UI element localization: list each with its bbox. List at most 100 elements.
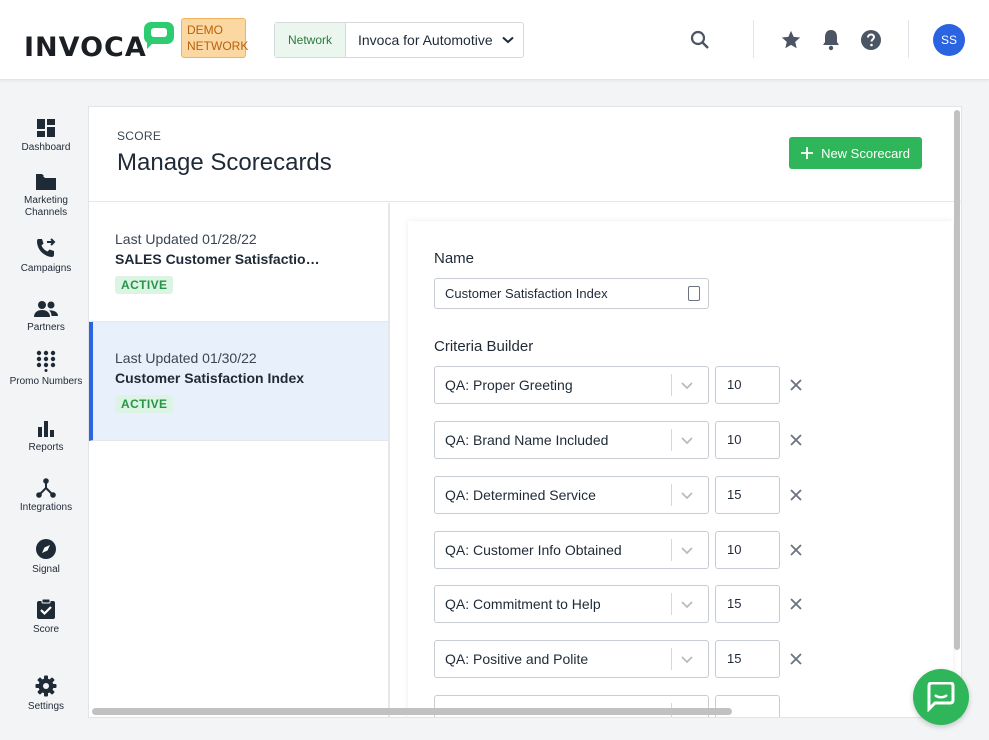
close-icon[interactable] [790,598,802,610]
compass-icon [36,539,56,559]
criterion-value: QA: Determined Service [445,487,596,503]
header-divider [908,20,909,58]
chevron-down-icon[interactable] [679,542,695,558]
scorecard-list-item-selected[interactable]: Last Updated 01/30/22 Customer Satisfact… [89,322,388,441]
bell-icon[interactable] [819,28,843,52]
search-icon[interactable] [688,28,712,52]
sidebar-item-label: Score [32,624,60,635]
select-divider [671,593,672,615]
network-value: Invoca for Automotive [358,32,493,48]
chevron-down-icon[interactable] [679,487,695,503]
chevron-down-icon[interactable] [679,377,695,393]
page-eyebrow: SCORE [117,129,162,143]
weight-input[interactable]: 15 [715,476,780,514]
close-icon[interactable] [790,434,802,446]
plus-icon [801,147,814,159]
horizontal-scrollbar[interactable] [88,705,950,717]
last-updated: Last Updated 01/30/22 [115,350,257,366]
clipboard-check-icon [37,598,55,619]
weight-input[interactable]: 10 [715,531,780,569]
phone-forward-icon [37,238,56,257]
sidebar-item-label: Settings [27,701,65,712]
scrollbar-thumb[interactable] [92,708,732,715]
new-scorecard-button[interactable]: New Scorecard [789,137,922,169]
weight-input[interactable]: 10 [715,421,780,459]
chat-bubble-icon [927,682,955,712]
criteria-row: QA: Brand Name Included 10 [434,421,814,459]
sidebar-item-integrations[interactable]: Integrations [4,478,88,514]
select-divider [671,484,672,506]
star-icon[interactable] [779,28,803,52]
scorecard-detail: Name Customer Satisfaction Index Criteri… [408,221,953,717]
sidebar-item-label: Signal [32,564,60,575]
chevron-down-icon[interactable] [679,651,695,667]
criterion-value: QA: Proper Greeting [445,377,573,393]
close-icon[interactable] [790,379,802,391]
name-label: Name [434,250,475,267]
criterion-select[interactable]: QA: Positive and Polite [434,640,709,678]
sidebar-item-campaigns[interactable]: Campaigns [4,237,88,275]
sidebar-item-partners[interactable]: Partners [4,300,88,334]
scorecard-list: Last Updated 01/28/22 SALES Customer Sat… [89,203,390,717]
demo-network-badge: DEMO NETWORK [181,18,248,58]
criterion-select[interactable]: QA: Determined Service [434,476,709,514]
help-icon[interactable] [859,28,883,52]
sidebar-item-settings[interactable]: Settings [4,675,88,713]
scrollbar-thumb[interactable] [954,110,960,650]
network-tag: Network [275,23,346,57]
weight-input[interactable]: 15 [715,640,780,678]
chevron-down-icon[interactable] [679,596,695,612]
criterion-value: QA: Positive and Polite [445,651,589,667]
sidebar-item-label: Promo Numbers [9,376,83,387]
criteria-builder-label: Criteria Builder [434,338,534,355]
chevron-down-icon[interactable] [679,432,695,448]
criterion-select[interactable]: QA: Proper Greeting [434,366,709,404]
close-icon[interactable] [790,653,802,665]
sidebar-item-label: Dashboard [21,142,71,153]
chevron-down-icon [493,23,523,57]
people-icon [34,301,58,317]
criterion-select[interactable]: QA: Customer Info Obtained [434,531,709,569]
network-selector[interactable]: Network Invoca for Automotive [274,22,524,58]
last-updated: Last Updated 01/28/22 [115,231,257,247]
criterion-select[interactable]: QA: Commitment to Help [434,585,709,623]
weight-input[interactable]: 15 [715,585,780,623]
criterion-value: QA: Brand Name Included [445,432,609,448]
new-scorecard-label: New Scorecard [821,145,910,161]
sidebar-nav: Dashboard Marketing Channels Campaigns P… [0,81,88,740]
user-avatar[interactable]: SS [933,24,965,56]
sidebar-item-label: Integrations [19,502,73,513]
criteria-row: QA: Customer Info Obtained 10 [434,531,814,569]
page-title: Manage Scorecards [117,149,332,176]
gear-icon [35,675,57,697]
integrations-icon [36,478,56,498]
sidebar-item-reports[interactable]: Reports [4,420,88,454]
chat-launcher-button[interactable] [913,669,969,725]
close-icon[interactable] [790,489,802,501]
sidebar-item-marketing-channels[interactable]: Marketing Channels [4,173,88,219]
page-header: SCORE Manage Scorecards New Scorecard [89,107,961,202]
logo-chat-bubble-icon [143,22,174,49]
close-icon[interactable] [790,544,802,556]
dialpad-icon [36,350,56,372]
sidebar-item-signal[interactable]: Signal [4,538,88,576]
keyboard-icon [688,286,700,301]
sidebar-item-score[interactable]: Score [4,598,88,636]
criterion-select[interactable]: QA: Brand Name Included [434,421,709,459]
sidebar-item-label: Campaigns [20,263,72,274]
select-divider [671,429,672,451]
main-panel: SCORE Manage Scorecards New Scorecard La… [88,106,962,718]
scorecard-name-field[interactable]: Customer Satisfaction Index [434,278,709,309]
select-divider [671,374,672,396]
scorecard-name: SALES Customer Satisfaction I... [115,251,320,267]
logo-wordmark: INVOCA [24,32,147,63]
invoca-logo[interactable]: INVOCA [24,22,174,61]
vertical-scrollbar[interactable] [951,106,963,718]
bar-chart-icon [38,421,54,437]
criteria-row: QA: Positive and Polite 15 [434,640,814,678]
sidebar-item-dashboard[interactable]: Dashboard [4,118,88,154]
criteria-row: QA: Commitment to Help 15 [434,585,814,623]
sidebar-item-promo-numbers[interactable]: Promo Numbers [4,350,88,388]
weight-input[interactable]: 10 [715,366,780,404]
scorecard-list-item[interactable]: Last Updated 01/28/22 SALES Customer Sat… [89,203,388,322]
